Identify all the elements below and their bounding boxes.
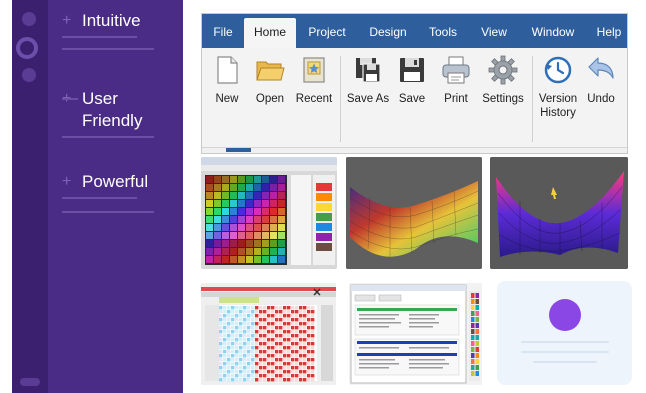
undo-button[interactable]: Undo bbox=[584, 54, 618, 106]
tool-label: Undo bbox=[587, 93, 615, 105]
promo-decor-strip bbox=[12, 0, 48, 393]
surface-plot-screenshot bbox=[346, 157, 482, 269]
thumbnail-surface-plot[interactable] bbox=[346, 157, 482, 269]
decor-dot bbox=[22, 68, 36, 82]
decor-pill bbox=[20, 378, 40, 386]
menu-view[interactable]: View bbox=[476, 14, 512, 48]
new-document-icon bbox=[217, 56, 238, 84]
feature-rule bbox=[62, 197, 137, 199]
printer-icon bbox=[442, 56, 470, 84]
tool-label: Settings bbox=[482, 93, 524, 105]
feature-rule bbox=[62, 98, 78, 100]
feature-rule bbox=[62, 211, 154, 213]
placeholder-line bbox=[521, 351, 609, 353]
active-tab-indicator bbox=[226, 148, 251, 152]
recent-button[interactable]: Recent bbox=[294, 54, 334, 106]
feature-label-line1: User bbox=[82, 89, 118, 108]
thumbnail-weave-pattern[interactable] bbox=[201, 283, 336, 385]
plus-icon: + bbox=[62, 173, 72, 190]
menu-bar: File Home Project Design Tools View Wind… bbox=[202, 14, 627, 48]
thumbnail-surface-plot-dark[interactable] bbox=[490, 157, 628, 269]
feature-label: Intuitive bbox=[82, 11, 141, 30]
menu-file[interactable]: File bbox=[205, 14, 241, 48]
feature-rule bbox=[62, 136, 154, 138]
tool-label: Save bbox=[398, 93, 426, 105]
menu-project[interactable]: Project bbox=[302, 14, 352, 48]
menu-help[interactable]: Help bbox=[592, 14, 626, 48]
open-folder-icon bbox=[256, 61, 285, 81]
feature-rule bbox=[62, 36, 137, 38]
placeholder-avatar bbox=[549, 299, 581, 331]
thumbnail-placeholder-card[interactable] bbox=[497, 281, 632, 385]
app-window: File Home Project Design Tools View Wind… bbox=[201, 13, 628, 154]
feature-intuitive: + Intuitive bbox=[62, 10, 154, 50]
tool-label: Recent bbox=[295, 93, 333, 105]
tool-label-line2: History bbox=[540, 107, 576, 119]
version-history-button[interactable]: Version History bbox=[536, 54, 580, 120]
weave-pattern-screenshot bbox=[201, 283, 336, 385]
menu-tools[interactable]: Tools bbox=[424, 14, 462, 48]
version-history-icon bbox=[544, 56, 572, 84]
tool-label: New bbox=[215, 93, 239, 105]
open-button[interactable]: Open bbox=[252, 54, 288, 106]
save-as-icon bbox=[356, 58, 381, 83]
feature-powerful: + Powerful bbox=[62, 171, 154, 213]
ribbon-divider bbox=[532, 56, 533, 142]
settings-dialog-screenshot bbox=[349, 283, 482, 385]
feature-rule bbox=[62, 48, 154, 50]
ribbon-divider bbox=[340, 56, 341, 142]
decor-dot bbox=[22, 12, 36, 26]
save-button[interactable]: Save bbox=[396, 54, 428, 106]
promo-panel: + Intuitive + User Friendly + Powerful bbox=[12, 0, 183, 393]
tool-label: Save As bbox=[346, 93, 390, 105]
feature-user-friendly: + User Friendly bbox=[62, 88, 154, 138]
thumbnail-grid-editor[interactable] bbox=[201, 157, 337, 269]
menu-window[interactable]: Window bbox=[525, 14, 581, 48]
save-icon bbox=[400, 58, 424, 82]
tool-label: Print bbox=[444, 93, 468, 105]
save-as-button[interactable]: Save As bbox=[345, 54, 391, 106]
settings-button[interactable]: Settings bbox=[480, 54, 526, 106]
grid-pattern-screenshot bbox=[201, 157, 337, 269]
tool-label-line1: Version bbox=[538, 93, 578, 105]
print-button[interactable]: Print bbox=[438, 54, 474, 106]
ribbon-toolbar: New Open Recent Save As Save Print Setti… bbox=[202, 48, 627, 148]
plus-icon: + bbox=[62, 12, 72, 29]
thumbnail-settings-dialog[interactable] bbox=[349, 283, 482, 385]
placeholder-line bbox=[533, 361, 597, 363]
tool-label: Open bbox=[255, 93, 285, 105]
new-button[interactable]: New bbox=[210, 54, 244, 106]
surface-plot-dark-screenshot bbox=[490, 157, 628, 269]
recent-star-icon bbox=[303, 57, 325, 83]
feature-label: Powerful bbox=[82, 172, 149, 191]
feature-label-line2: Friendly bbox=[82, 111, 143, 130]
placeholder-line bbox=[521, 341, 609, 343]
menu-home[interactable]: Home bbox=[244, 18, 296, 48]
gear-icon bbox=[488, 55, 518, 85]
undo-icon bbox=[588, 57, 614, 79]
menu-design[interactable]: Design bbox=[364, 14, 412, 48]
decor-ring bbox=[16, 37, 38, 59]
